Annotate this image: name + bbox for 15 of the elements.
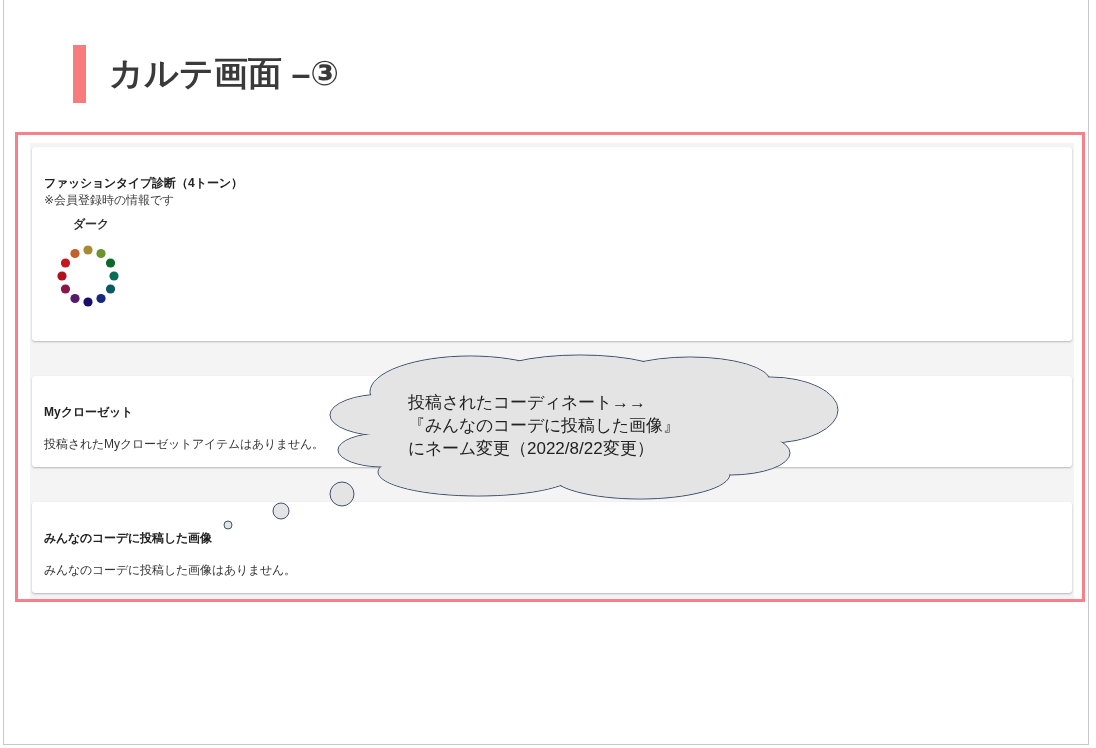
empty-message: みんなのコーデに投稿した画像はありません。: [44, 562, 296, 579]
thought-bubble: [329, 481, 355, 507]
callout-text: にネーム変更（2022/8/22変更）: [408, 438, 654, 460]
card-note: ※会員登録時の情報です: [44, 192, 175, 209]
callout-text: 投稿されたコーディネート→→: [408, 392, 646, 414]
card-title: Myクローゼット: [44, 404, 133, 421]
tone-label: ダーク: [73, 216, 109, 233]
card-title: みんなのコーデに投稿した画像: [44, 530, 212, 547]
title-accent-bar: [73, 45, 86, 103]
thought-bubble: [272, 502, 290, 520]
thought-bubble: [223, 520, 233, 530]
card-title: ファッションタイプ診断（4トーン）: [44, 175, 243, 192]
empty-message: 投稿されたMyクローゼットアイテムはありません。: [44, 436, 324, 453]
slide-title: カルテ画面 –③: [109, 53, 340, 94]
callout-text: 『みんなのコーデに投稿した画像』: [408, 415, 680, 437]
